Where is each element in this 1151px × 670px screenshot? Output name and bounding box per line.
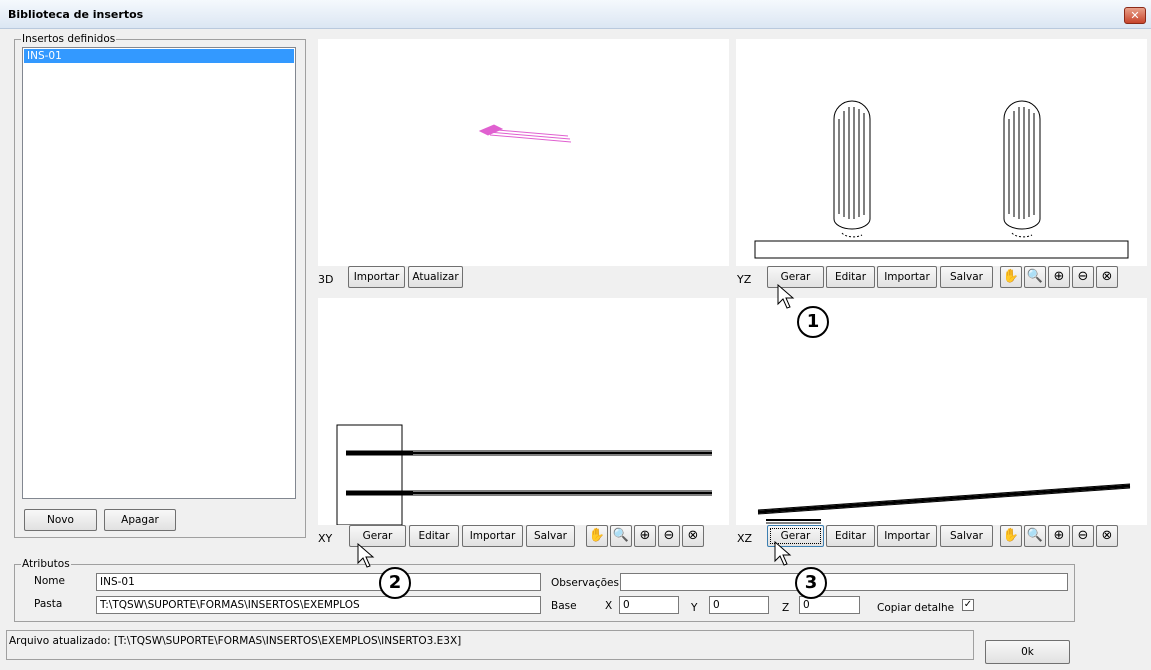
view-yz-canvas[interactable] <box>736 39 1147 266</box>
status-bar: Arquivo atualizado: [T:\TQSW\SUPORTE\FOR… <box>6 630 974 660</box>
observacoes-input[interactable] <box>620 573 1068 591</box>
zoom-previous-icon[interactable]: ⊗ <box>682 525 704 547</box>
y-label: Y <box>691 602 698 614</box>
pasta-label: Pasta <box>34 598 63 610</box>
importar-yz-button[interactable]: Importar <box>877 266 937 288</box>
status-text: Arquivo atualizado: [T:\TQSW\SUPORTE\FOR… <box>9 635 462 647</box>
zoom-previous-icon[interactable]: ⊗ <box>1096 266 1118 288</box>
view-xy-label: XY <box>318 532 333 545</box>
view-xz-label: XZ <box>737 532 753 545</box>
close-button[interactable]: ✕ <box>1124 7 1146 24</box>
view-xz-canvas[interactable] <box>736 298 1147 525</box>
zoom-extents-icon[interactable]: ⊕ <box>1048 266 1070 288</box>
z-label: Z <box>782 602 790 614</box>
apagar-button[interactable]: Apagar <box>104 509 176 531</box>
x-input[interactable] <box>619 596 679 614</box>
zoom-out-icon[interactable]: ⊖ <box>658 525 680 547</box>
view-3d-canvas[interactable] <box>318 39 729 266</box>
y-input[interactable] <box>709 596 769 614</box>
importar-xz-button[interactable]: Importar <box>877 525 937 547</box>
nome-input[interactable] <box>96 573 541 591</box>
zoom-window-icon[interactable]: 🔍 <box>610 525 632 547</box>
cursor-arrow-icon <box>774 541 792 566</box>
zoom-extents-icon[interactable]: ⊕ <box>1048 525 1070 547</box>
zoom-out-icon[interactable]: ⊖ <box>1072 266 1094 288</box>
base-label: Base <box>551 600 577 612</box>
zoom-out-icon[interactable]: ⊖ <box>1072 525 1094 547</box>
pan-icon[interactable]: ✋ <box>1000 266 1022 288</box>
editar-xy-button[interactable]: Editar <box>409 525 459 547</box>
view-3d-label: 3D <box>318 273 334 286</box>
zoom-window-icon[interactable]: 🔍 <box>1024 266 1046 288</box>
pan-icon[interactable]: ✋ <box>1000 525 1022 547</box>
view-yz-label: YZ <box>737 273 752 286</box>
window-title: Biblioteca de insertos <box>8 8 144 21</box>
marker-3: 3 <box>795 567 827 599</box>
importar-xy-button[interactable]: Importar <box>462 525 523 547</box>
marker-2: 2 <box>379 567 411 599</box>
insert-yz-drawing <box>754 100 1129 259</box>
insertos-group-label: Insertos definidos <box>22 33 116 45</box>
pasta-input[interactable] <box>96 596 541 614</box>
insert-xy-drawing <box>336 424 712 526</box>
salvar-yz-button[interactable]: Salvar <box>940 266 993 288</box>
marker-1: 1 <box>797 306 829 338</box>
insertos-list[interactable]: INS-01 <box>22 47 296 499</box>
copiar-detalhe-label: Copiar detalhe <box>877 602 955 614</box>
nome-label: Nome <box>34 575 65 587</box>
salvar-xz-button[interactable]: Salvar <box>940 525 993 547</box>
copiar-detalhe-checkbox[interactable]: ✓ <box>962 599 974 611</box>
zoom-extents-icon[interactable]: ⊕ <box>634 525 656 547</box>
insert-xz-drawing <box>757 483 1131 524</box>
editar-xz-button[interactable]: Editar <box>826 525 875 547</box>
atualizar-3d-button[interactable]: Atualizar <box>408 266 463 288</box>
insert-3d-drawing <box>478 124 572 143</box>
novo-button[interactable]: Novo <box>24 509 97 531</box>
salvar-xy-button[interactable]: Salvar <box>526 525 575 547</box>
view-xy-canvas[interactable] <box>318 298 729 526</box>
list-item[interactable]: INS-01 <box>24 49 294 63</box>
editar-yz-button[interactable]: Editar <box>826 266 875 288</box>
cursor-arrow-icon <box>777 284 795 309</box>
title-bar <box>0 0 1151 29</box>
importar-3d-button[interactable]: Importar <box>348 266 405 288</box>
zoom-previous-icon[interactable]: ⊗ <box>1096 525 1118 547</box>
atributos-group-label: Atributos <box>22 558 70 570</box>
ok-button[interactable]: 0k <box>985 640 1070 664</box>
pan-icon[interactable]: ✋ <box>586 525 608 547</box>
cursor-arrow-icon <box>357 543 375 568</box>
zoom-window-icon[interactable]: 🔍 <box>1024 525 1046 547</box>
observacoes-label: Observações <box>551 577 619 589</box>
x-label: X <box>605 600 613 612</box>
